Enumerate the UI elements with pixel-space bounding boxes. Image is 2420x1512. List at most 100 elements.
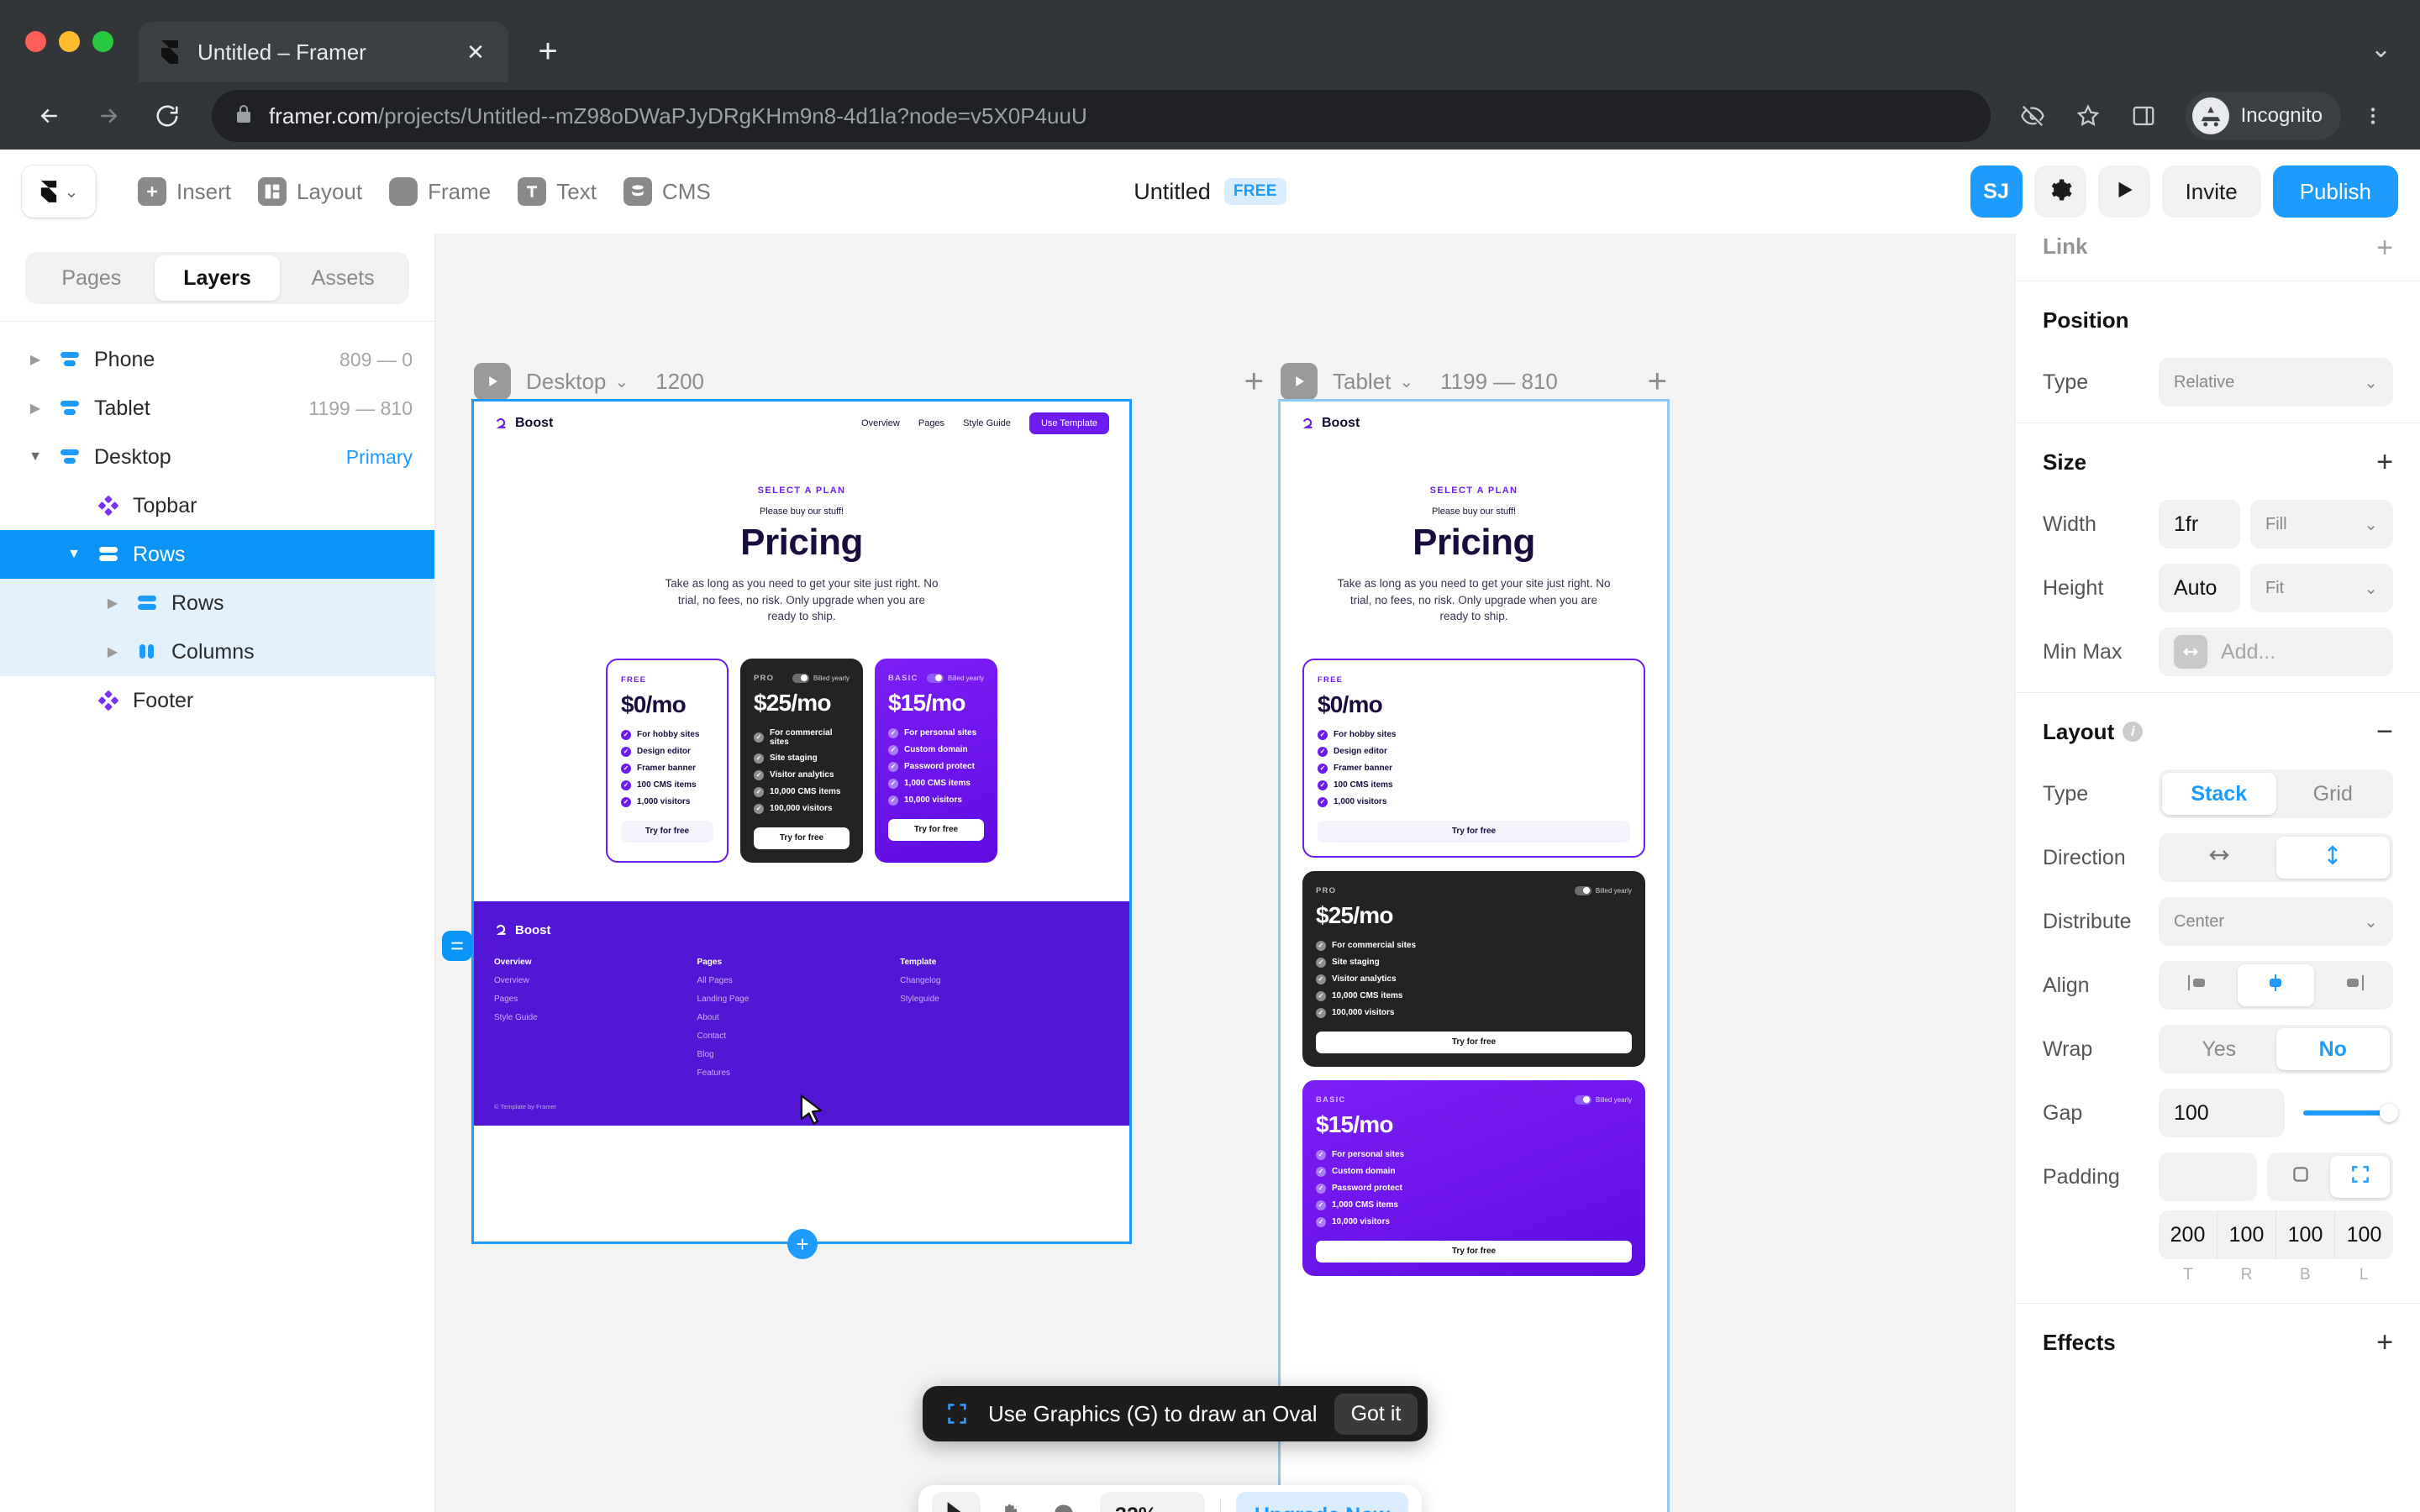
layer-row-topbar-3[interactable]: Topbar <box>0 481 434 530</box>
pricing-card-free[interactable]: FREE $0/mo ✓ For hobby sites ✓ Design editor ✓… <box>606 658 729 863</box>
toggle-switch[interactable] <box>1574 885 1591 895</box>
footer-link[interactable]: Contact <box>697 1032 901 1041</box>
width-input[interactable]: 1fr <box>2159 500 2240 549</box>
toggle-switch[interactable] <box>1574 1095 1591 1105</box>
toolbar-item-insert[interactable]: Insert <box>124 165 245 218</box>
footer-link[interactable]: Styleguide <box>900 995 1103 1004</box>
toggle-switch[interactable] <box>926 673 944 683</box>
pricing-card-free[interactable]: FREE $0/mo ✓ For hobby sites ✓ Design editor ✓… <box>1302 658 1645 858</box>
canvas[interactable]: Desktop ⌄ 1200 + Tablet ⌄ 1199 — 810 + B… <box>435 234 2015 1512</box>
play-icon[interactable] <box>1281 363 1318 400</box>
chevron-down-icon[interactable]: ⌄ <box>2370 34 2391 64</box>
close-window-button[interactable] <box>25 31 46 52</box>
layer-row-rows-4[interactable]: ▼ Rows <box>0 530 434 579</box>
window-controls[interactable] <box>25 31 113 82</box>
hand-tool[interactable] <box>986 1492 1034 1512</box>
footer-link[interactable]: Blog <box>697 1050 901 1059</box>
toolbar-item-layout[interactable]: Layout <box>245 165 376 218</box>
pricing-card-basic[interactable]: BASIC Billed yearly $15/mo ✓ For personal si… <box>875 658 997 863</box>
upgrade-now-button[interactable]: Upgrade Now <box>1235 1492 1408 1512</box>
direction-vertical[interactable] <box>2275 837 2390 879</box>
framer-logo-menu-button[interactable]: ⌄ <box>22 165 96 218</box>
pointer-tool[interactable] <box>932 1492 981 1512</box>
height-input[interactable]: Auto <box>2159 564 2240 612</box>
layer-row-phone-0[interactable]: ▶ Phone 809 — 0 <box>0 335 434 384</box>
forward-button[interactable] <box>82 90 134 142</box>
site-brand[interactable]: Boost <box>494 416 553 431</box>
frame-name-desktop[interactable]: Desktop ⌄ <box>526 369 629 395</box>
desktop-artboard[interactable]: Boost Overview Pages Style Guide Use Templat… <box>471 399 1132 1244</box>
address-bar[interactable]: framer.com/projects/Untitled--mZ98oDWaPJ… <box>212 90 1991 142</box>
position-type-select[interactable]: Relative ⌄ <box>2159 358 2393 407</box>
padding-bottom-input[interactable]: 100 <box>2276 1210 2335 1259</box>
zoom-control[interactable]: 32% ⌄ <box>1100 1492 1205 1512</box>
layer-row-tablet-1[interactable]: ▶ Tablet 1199 — 810 <box>0 384 434 433</box>
footer-link[interactable]: Changelog <box>900 976 1103 985</box>
add-link-button[interactable]: + <box>2376 234 2393 262</box>
page-title[interactable]: Untitled <box>1134 179 1211 205</box>
layer-row-columns-6[interactable]: ▶ Columns <box>0 627 434 676</box>
tab-assets[interactable]: Assets <box>280 255 406 301</box>
site-brand[interactable]: Boost <box>1301 416 1360 431</box>
padding-left-input[interactable]: 100 <box>2335 1210 2393 1259</box>
toolbar-item-frame[interactable]: Frame <box>376 165 504 218</box>
chevron-down-icon[interactable]: ▼ <box>64 547 84 562</box>
info-icon[interactable]: i <box>2123 722 2144 742</box>
new-tab-button[interactable]: + <box>523 27 572 76</box>
nav-link[interactable]: Pages <box>918 418 944 428</box>
padding-all-input[interactable] <box>2159 1152 2257 1201</box>
distribute-select[interactable]: Center ⌄ <box>2159 897 2393 946</box>
eye-off-icon[interactable] <box>2009 92 2056 139</box>
layer-row-rows-5[interactable]: ▶ Rows <box>0 579 434 627</box>
footer-link[interactable]: Pages <box>494 995 697 1004</box>
plan-cta-button[interactable]: Try for free <box>1316 1031 1632 1053</box>
pricing-card-pro[interactable]: PRO Billed yearly $25/mo ✓ For commercial si… <box>1302 870 1645 1067</box>
frame-header-desktop[interactable]: Desktop ⌄ 1200 + <box>474 355 1264 407</box>
wrap-yes[interactable]: Yes <box>2162 1028 2276 1070</box>
reload-button[interactable] <box>141 90 193 142</box>
minmax-input[interactable]: Add... <box>2159 627 2393 676</box>
footer-link[interactable]: Features <box>697 1068 901 1078</box>
footer-link[interactable]: Style Guide <box>494 1013 697 1022</box>
chrome-menu-icon[interactable] <box>2349 92 2396 139</box>
footer-link[interactable]: Overview <box>494 976 697 985</box>
layout-type-grid[interactable]: Grid <box>2276 773 2391 815</box>
plan-cta-button[interactable]: Try for free <box>621 820 713 843</box>
stack-handle-badge[interactable] <box>442 931 472 961</box>
billing-toggle[interactable]: Billed yearly <box>926 673 984 683</box>
add-breakpoint-button[interactable]: + <box>1244 363 1264 401</box>
align-end[interactable] <box>2314 964 2390 1006</box>
align-center[interactable] <box>2238 964 2314 1006</box>
billing-toggle[interactable]: Billed yearly <box>1574 885 1632 895</box>
toolbar-item-text[interactable]: Text <box>504 165 610 218</box>
plan-cta-button[interactable]: Try for free <box>888 818 984 841</box>
toggle-switch[interactable] <box>792 673 809 683</box>
add-effect-button[interactable]: + <box>2376 1328 2393 1357</box>
publish-button[interactable]: Publish <box>2272 165 2398 218</box>
maximize-window-button[interactable] <box>92 31 113 52</box>
footer-link[interactable]: Landing Page <box>697 995 901 1004</box>
chevron-right-icon[interactable]: ▶ <box>25 351 45 368</box>
gap-input[interactable]: 100 <box>2159 1089 2285 1137</box>
toolbar-item-cms[interactable]: CMS <box>610 165 724 218</box>
comment-tool[interactable] <box>1039 1492 1088 1512</box>
got-it-button[interactable]: Got it <box>1334 1393 1418 1435</box>
height-mode-select[interactable]: Fit ⌄ <box>2250 564 2393 612</box>
plan-cta-button[interactable]: Try for free <box>1316 1240 1632 1263</box>
plan-cta-button[interactable]: Try for free <box>754 827 850 849</box>
billing-toggle[interactable]: Billed yearly <box>1574 1095 1632 1105</box>
play-icon[interactable] <box>474 363 511 400</box>
padding-top-input[interactable]: 200 <box>2159 1210 2217 1259</box>
padding-individual[interactable] <box>2330 1156 2390 1198</box>
tab-layers[interactable]: Layers <box>154 255 281 301</box>
pricing-card-basic[interactable]: BASIC Billed yearly $15/mo ✓ For personal si… <box>1302 1079 1645 1276</box>
add-breakpoint-button[interactable]: + <box>1648 363 1667 401</box>
side-panel-icon[interactable] <box>2120 92 2167 139</box>
use-template-button[interactable]: Use Template <box>1028 412 1109 434</box>
wrap-no[interactable]: No <box>2275 1028 2390 1070</box>
preview-button[interactable] <box>2097 165 2150 218</box>
frame-header-tablet[interactable]: Tablet ⌄ 1199 — 810 + <box>1281 355 1667 407</box>
chevron-right-icon[interactable]: ▶ <box>25 400 45 417</box>
chevron-right-icon[interactable]: ▶ <box>103 595 123 612</box>
insert-section-button[interactable]: + <box>787 1229 818 1259</box>
